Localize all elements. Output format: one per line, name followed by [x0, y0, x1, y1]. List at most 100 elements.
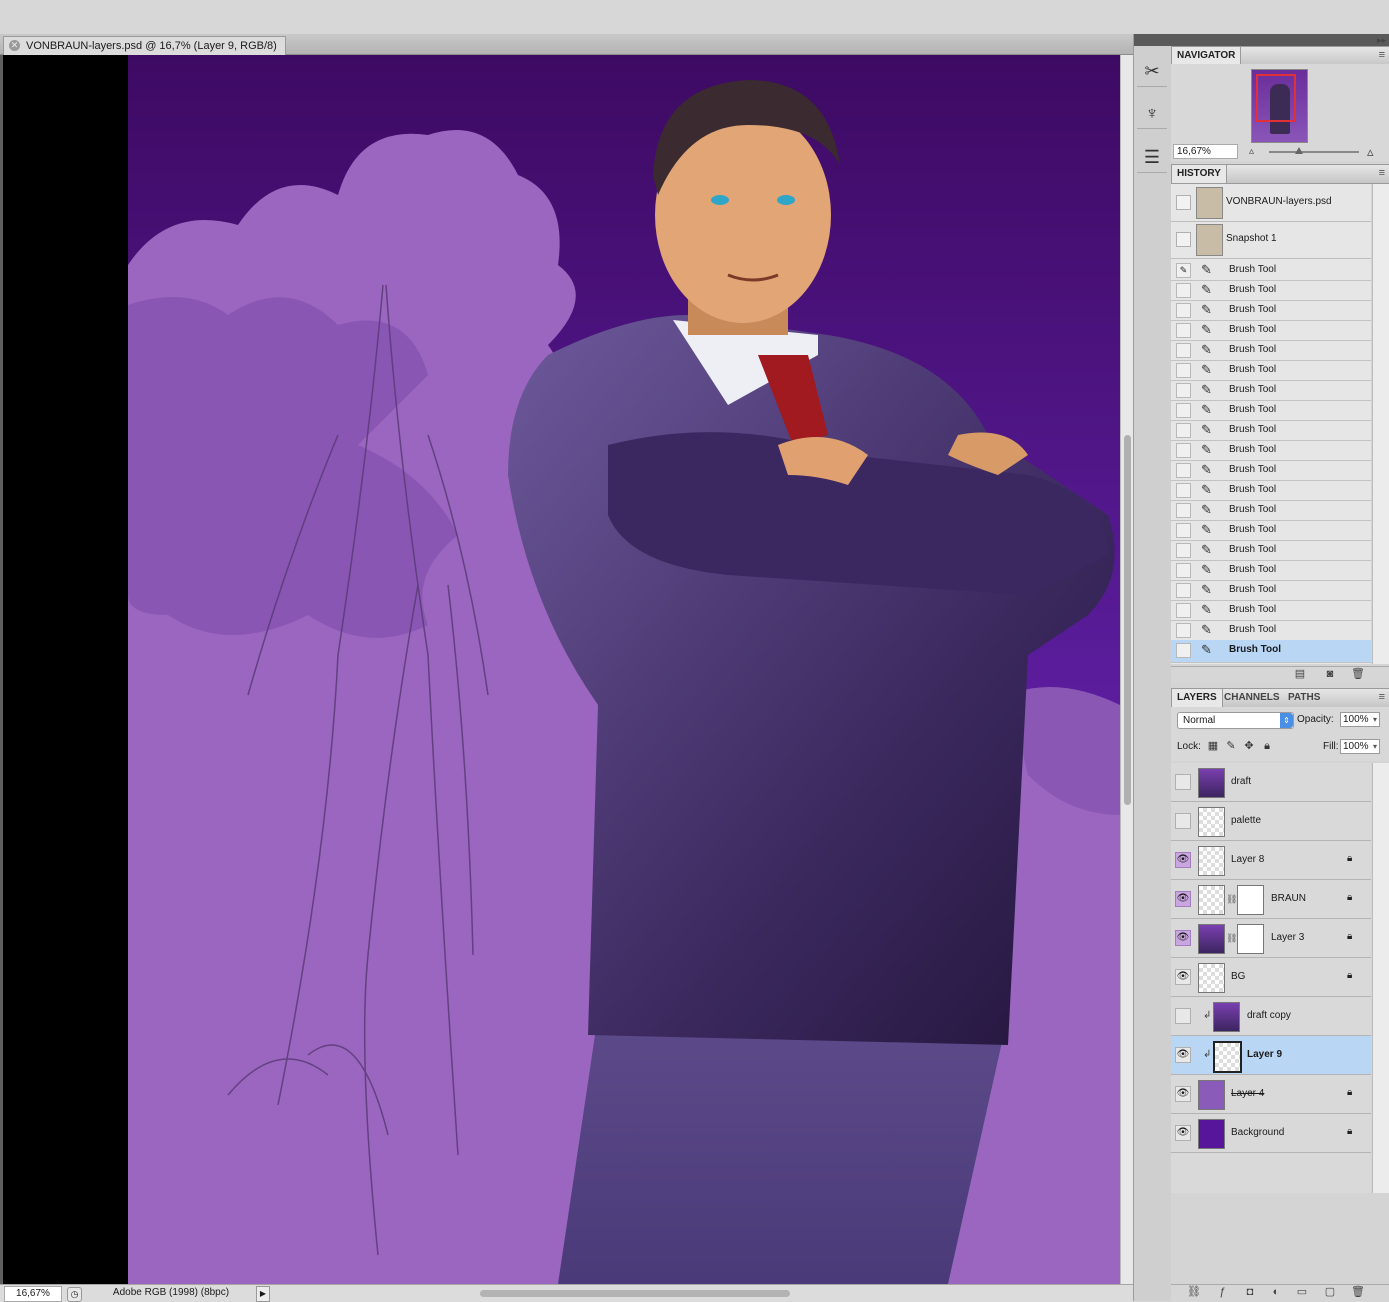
tab-paths[interactable]: PATHS	[1283, 689, 1325, 707]
zoom-out-icon[interactable]: ▵	[1249, 146, 1254, 157]
layer-row[interactable]: draft	[1171, 763, 1371, 802]
link-icon[interactable]: ⛓	[1226, 894, 1237, 905]
history-source-checkbox[interactable]	[1176, 503, 1191, 518]
zoom-slider-knob[interactable]	[1295, 147, 1303, 154]
navigator-zoom-slider[interactable]	[1269, 147, 1359, 154]
adjustment-layer-icon[interactable]: ◐	[1269, 1286, 1283, 1299]
layer-row-selected[interactable]: 👁︎ ↲ Layer 9	[1171, 1036, 1371, 1075]
history-source-checkbox[interactable]	[1176, 443, 1191, 458]
layer-mask-thumbnail[interactable]	[1237, 885, 1264, 915]
history-source-checkbox[interactable]	[1176, 483, 1191, 498]
history-source-checkbox[interactable]	[1176, 232, 1191, 247]
history-source-checkbox[interactable]	[1176, 363, 1191, 378]
history-source-checkbox[interactable]	[1176, 323, 1191, 338]
history-state[interactable]: ✎ Brush Tool	[1171, 560, 1371, 581]
tab-layers[interactable]: LAYERS	[1171, 689, 1223, 707]
history-brush-source-icon[interactable]: ✎	[1176, 263, 1191, 278]
history-source-checkbox[interactable]	[1176, 583, 1191, 598]
layers-scrollbar[interactable]	[1372, 763, 1389, 1193]
zoom-in-icon[interactable]: ▵	[1367, 144, 1374, 160]
history-snapshot[interactable]: VONBRAUN-layers.psd	[1171, 184, 1371, 222]
history-state[interactable]: ✎ Brush Tool	[1171, 520, 1371, 541]
delete-state-icon[interactable]: 🗑	[1351, 668, 1365, 681]
lock-image-icon[interactable]: ✎	[1225, 740, 1237, 752]
eye-icon[interactable]: 👁︎	[1175, 1047, 1191, 1063]
history-state[interactable]: ✎ Brush Tool	[1171, 300, 1371, 321]
history-state[interactable]: ✎ Brush Tool	[1171, 440, 1371, 461]
link-layers-icon[interactable]: ⛓	[1187, 1286, 1201, 1299]
history-source-checkbox[interactable]	[1176, 403, 1191, 418]
layer-row[interactable]: 👁︎ Background 🔒︎	[1171, 1114, 1371, 1153]
history-source-checkbox[interactable]	[1176, 383, 1191, 398]
history-state[interactable]: ✎ Brush Tool	[1171, 540, 1371, 561]
history-source-checkbox[interactable]	[1176, 623, 1191, 638]
layer-row[interactable]: 👁︎ Layer 4 🔒︎	[1171, 1075, 1371, 1114]
lock-position-icon[interactable]: ✥	[1243, 740, 1255, 752]
visibility-toggle[interactable]	[1175, 774, 1191, 790]
artwork-image[interactable]	[128, 55, 1120, 1284]
new-snapshot-icon[interactable]: ◙	[1323, 668, 1337, 681]
opacity-field[interactable]: 100% ▾	[1340, 712, 1380, 727]
history-source-checkbox[interactable]	[1176, 603, 1191, 618]
new-document-from-state-icon[interactable]: ▤	[1293, 668, 1307, 681]
history-state[interactable]: ✎ Brush Tool	[1171, 460, 1371, 481]
tab-channels[interactable]: CHANNELS	[1219, 689, 1285, 707]
layer-row[interactable]: palette	[1171, 802, 1371, 841]
history-scrollbar[interactable]	[1372, 184, 1389, 664]
history-state[interactable]: ✎ Brush Tool	[1171, 620, 1371, 641]
history-state[interactable]: ✎ Brush Tool	[1171, 480, 1371, 501]
history-source-checkbox[interactable]	[1176, 643, 1191, 658]
history-source-checkbox[interactable]	[1176, 195, 1191, 210]
history-state[interactable]: ✎ Brush Tool	[1171, 420, 1371, 441]
eye-icon[interactable]: 👁︎	[1175, 969, 1191, 985]
history-source-checkbox[interactable]	[1176, 563, 1191, 578]
panel-menu-icon[interactable]: ≡	[1379, 691, 1385, 703]
eye-icon[interactable]: 👁︎	[1175, 930, 1191, 946]
lock-transparent-icon[interactable]: ▦	[1207, 740, 1219, 752]
layer-style-icon[interactable]: ƒ	[1215, 1286, 1229, 1299]
adjustments-icon[interactable]: ☰	[1137, 142, 1167, 173]
history-state[interactable]: ✎ ✎ Brush Tool	[1171, 260, 1371, 281]
history-state[interactable]: ✎ Brush Tool	[1171, 340, 1371, 361]
canvas-horizontal-scroll-thumb[interactable]	[480, 1290, 790, 1297]
eye-icon[interactable]: 👁︎	[1175, 1125, 1191, 1141]
layer-row[interactable]: 👁︎ Layer 8 🔒︎	[1171, 841, 1371, 880]
history-source-checkbox[interactable]	[1176, 463, 1191, 478]
history-source-checkbox[interactable]	[1176, 523, 1191, 538]
fill-field[interactable]: 100% ▾	[1340, 739, 1380, 754]
chevron-down-icon[interactable]: ▾	[1373, 740, 1377, 753]
link-icon[interactable]: ⛓	[1226, 933, 1237, 944]
tab-history[interactable]: HISTORY	[1171, 165, 1227, 183]
layer-row[interactable]: ↲ draft copy	[1171, 997, 1371, 1036]
layer-row[interactable]: 👁︎ BG 🔒︎	[1171, 958, 1371, 997]
zoom-field[interactable]: 16,67%	[4, 1286, 62, 1302]
history-source-checkbox[interactable]	[1176, 283, 1191, 298]
navigator-zoom-field[interactable]: 16,67%	[1173, 144, 1238, 159]
new-layer-icon[interactable]: ▢	[1323, 1286, 1337, 1299]
history-state-selected[interactable]: ✎ Brush Tool	[1171, 640, 1371, 663]
history-state[interactable]: ✎ Brush Tool	[1171, 280, 1371, 301]
blend-mode-select[interactable]: Normal ⇕	[1177, 712, 1294, 729]
history-source-checkbox[interactable]	[1176, 343, 1191, 358]
tab-navigator[interactable]: NAVIGATOR	[1171, 47, 1242, 65]
navigator-preview[interactable]	[1251, 69, 1308, 143]
visibility-toggle[interactable]	[1175, 1008, 1191, 1024]
chevron-down-icon[interactable]: ▾	[1373, 713, 1377, 726]
tools-preset-icon[interactable]: ✂	[1137, 56, 1167, 87]
brush-presets-icon[interactable]: ♆	[1137, 98, 1167, 129]
history-state[interactable]: ✎ Brush Tool	[1171, 580, 1371, 601]
history-source-checkbox[interactable]	[1176, 423, 1191, 438]
status-menu-arrow-icon[interactable]: ▶	[256, 1286, 270, 1302]
delete-layer-icon[interactable]: 🗑	[1351, 1286, 1365, 1299]
visibility-toggle[interactable]	[1175, 813, 1191, 829]
history-state[interactable]: ✎ Brush Tool	[1171, 500, 1371, 521]
close-tab-icon[interactable]: ✕	[9, 40, 20, 51]
history-state[interactable]: ✎ Brush Tool	[1171, 360, 1371, 381]
add-mask-icon[interactable]: ◘	[1243, 1286, 1257, 1299]
history-state[interactable]: ✎ Brush Tool	[1171, 380, 1371, 401]
panel-menu-icon[interactable]: ≡	[1379, 167, 1385, 179]
vertical-scroll-thumb[interactable]	[1124, 435, 1131, 805]
layer-row[interactable]: 👁︎ ⛓ Layer 3 🔒︎	[1171, 919, 1371, 958]
navigator-view-box[interactable]	[1256, 74, 1296, 122]
layer-row[interactable]: 👁︎ ⛓ BRAUN 🔒︎	[1171, 880, 1371, 919]
